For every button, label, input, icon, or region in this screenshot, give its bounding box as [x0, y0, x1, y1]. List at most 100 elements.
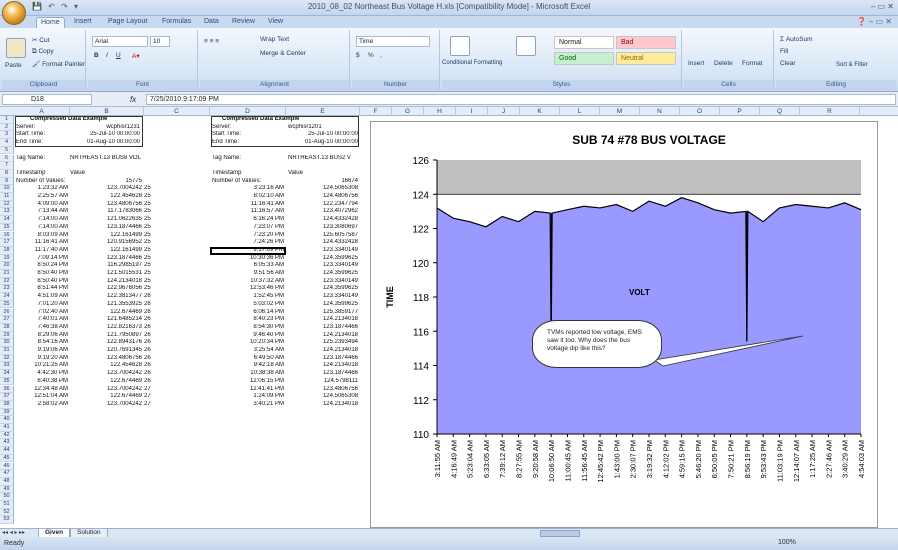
row-header[interactable]: 44 — [0, 447, 14, 455]
value-cell[interactable]: 121.6485214 — [70, 316, 142, 323]
column-header[interactable]: M — [600, 107, 640, 116]
selected-cell[interactable] — [210, 246, 286, 255]
timestamp-cell[interactable]: 9:19:20 AM — [16, 355, 68, 362]
value-cell[interactable]: 122.161499 — [70, 247, 142, 254]
value-cell[interactable]: 122.9676056 — [70, 285, 142, 292]
help-icon[interactable]: ❓ ‒ ▭ ✕ — [857, 17, 892, 26]
timestamp-cell[interactable]: 8:54:16 AM — [16, 339, 68, 346]
timestamp-cell[interactable]: 7:46:38 AM — [16, 324, 68, 331]
row-header[interactable]: 31 — [0, 347, 14, 355]
timestamp-header[interactable]: Timestamp — [212, 170, 262, 177]
day-cell[interactable]: 26 — [144, 301, 208, 308]
row-header[interactable]: 40 — [0, 416, 14, 424]
row-header[interactable]: 49 — [0, 485, 14, 494]
value-cell[interactable]: 121.5015531 — [70, 270, 142, 277]
column-header[interactable]: B — [70, 107, 144, 116]
style-neutral[interactable]: Neutral — [616, 52, 676, 65]
insert-cells-button[interactable]: Insert — [688, 60, 704, 67]
value-cell[interactable]: 122.454628 — [70, 193, 142, 200]
row-header[interactable]: 28 — [0, 323, 14, 332]
font-size-select[interactable]: 10 — [150, 36, 170, 47]
copy-button[interactable]: ⧉ Copy — [32, 48, 54, 56]
callout-bubble[interactable]: TVMs reported low voltage, EMS saw it to… — [532, 320, 662, 368]
horizontal-scrollbar[interactable] — [540, 530, 580, 537]
column-header[interactable]: N — [640, 107, 680, 116]
value-cell[interactable]: 123.4806756 — [70, 355, 142, 362]
day-cell[interactable]: 26 — [144, 293, 208, 300]
day-cell[interactable]: 25 — [144, 232, 208, 239]
column-header[interactable]: G — [392, 107, 424, 116]
timestamp-cell[interactable]: 9:42:18 AM — [212, 362, 284, 369]
column-header[interactable]: F — [360, 107, 392, 116]
value-cell[interactable]: 122.2347794 — [288, 201, 358, 208]
value-cell[interactable]: 123.7004242 — [70, 370, 142, 377]
row-header[interactable]: 14 — [0, 216, 14, 224]
value-header[interactable]: Value — [70, 170, 130, 177]
column-header[interactable]: E — [286, 107, 360, 116]
row-header[interactable]: 8 — [0, 169, 14, 178]
timestamp-cell[interactable]: 1:23:32 AM — [16, 185, 68, 192]
timestamp-cell[interactable]: 7:13:44 AM — [16, 208, 68, 215]
value-cell[interactable]: 122.674469 — [70, 309, 142, 316]
value-cell[interactable]: 124.3599625 — [288, 270, 358, 277]
value-cell[interactable]: 124.4332428 — [288, 216, 358, 223]
value-cell[interactable]: 123.1874466 — [288, 324, 358, 331]
conditional-formatting-icon[interactable] — [450, 36, 470, 56]
column-header[interactable]: K — [520, 107, 560, 116]
row-header[interactable]: 15 — [0, 223, 14, 232]
row-header[interactable]: 52 — [0, 508, 14, 517]
value-cell[interactable]: 124.2134018 — [70, 278, 142, 285]
value-cell[interactable]: 123.3080697 — [288, 224, 358, 231]
timestamp-cell[interactable]: 2:58:02 AM — [16, 401, 68, 408]
row-header[interactable]: 5 — [0, 146, 14, 155]
timestamp-cell[interactable]: 7:23:20 PM — [212, 232, 284, 239]
row-header[interactable]: 36 — [0, 385, 14, 394]
autosum-button[interactable]: Σ AutoSum — [780, 36, 813, 43]
value-cell[interactable]: 122.8943176 — [70, 339, 142, 346]
value-cell[interactable]: 123.3340149 — [288, 278, 358, 285]
column-header[interactable]: P — [720, 107, 760, 116]
timestamp-cell[interactable]: 9:51:56 AM — [212, 270, 284, 277]
timestamp-cell[interactable]: 11:17:40 AM — [16, 247, 68, 254]
fill-button[interactable]: Fill — [780, 48, 788, 55]
timestamp-cell[interactable]: 8:50:24 PM — [16, 262, 68, 269]
timestamp-cell[interactable]: 2:25:57 AM — [16, 193, 68, 200]
day-cell[interactable]: 25 — [144, 270, 208, 277]
value-cell[interactable]: 123.1874466 — [70, 224, 142, 231]
value-cell[interactable]: 122.674469 — [70, 393, 142, 400]
value-cell[interactable]: 122.8216373 — [70, 324, 142, 331]
row-header[interactable]: 24 — [0, 293, 14, 301]
tag-value[interactable]: NRTHEAST.13 BUS8 VOLT — [70, 155, 142, 162]
zoom-level[interactable]: 100% — [778, 539, 796, 546]
value-cell[interactable]: 120.9156952 — [70, 239, 142, 246]
timestamp-cell[interactable]: 11:16:41 AM — [16, 239, 68, 246]
day-cell[interactable]: 25 — [144, 239, 208, 246]
timestamp-cell[interactable]: 7:01:20 AM — [16, 301, 68, 308]
day-cell[interactable]: 26 — [144, 339, 208, 346]
value-cell[interactable]: 122.674469 — [70, 378, 142, 385]
row-header[interactable]: 46 — [0, 462, 14, 471]
format-painter-button[interactable]: 🖌 Format Painter — [32, 60, 85, 68]
timestamp-cell[interactable]: 10:30:36 PM — [212, 255, 284, 262]
value-cell[interactable]: 124.3599625 — [288, 255, 358, 262]
day-cell[interactable]: 26 — [144, 362, 208, 369]
timestamp-cell[interactable]: 7:40:01 AM — [16, 316, 68, 323]
day-cell[interactable]: 26 — [144, 324, 208, 331]
day-cell[interactable]: 25 — [144, 185, 208, 192]
value-cell[interactable]: 125.2393494 — [288, 339, 358, 346]
row-header[interactable]: 41 — [0, 424, 14, 432]
row-header[interactable]: 38 — [0, 400, 14, 409]
value-cell[interactable]: 121.0622635 — [70, 216, 142, 223]
row-header[interactable]: 7 — [0, 162, 14, 170]
timestamp-cell[interactable]: 8:40:38 PM — [16, 378, 68, 385]
count-label[interactable]: Number of Values: — [212, 178, 286, 185]
row-header[interactable]: 20 — [0, 262, 14, 270]
value-cell[interactable]: 124.5065308 — [288, 185, 358, 192]
column-header[interactable]: D — [210, 107, 286, 116]
timestamp-cell[interactable]: 7:02:40 AM — [16, 309, 68, 316]
value-cell[interactable]: 124.3599625 — [288, 301, 358, 308]
value-cell[interactable]: 123.1874466 — [70, 255, 142, 262]
wrap-text-button[interactable]: Wrap Text — [260, 36, 289, 43]
currency-button[interactable]: $ — [356, 52, 360, 59]
sheet-nav-icons[interactable]: ◂◂ ◂ ▸ ▸▸ — [2, 529, 25, 536]
